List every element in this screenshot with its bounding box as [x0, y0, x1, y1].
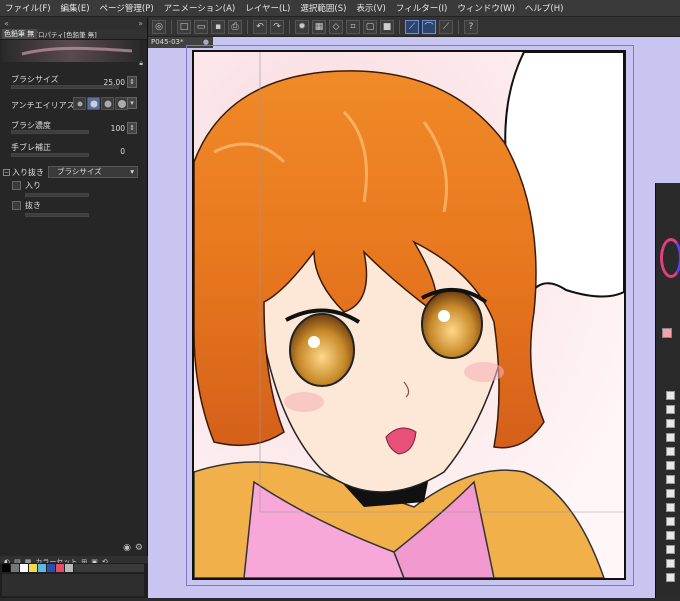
brush-size-label: ブラシサイズ [11, 75, 59, 84]
menu-item[interactable]: フィルター(I) [391, 2, 452, 14]
end-checkbox[interactable] [12, 201, 21, 210]
separator [289, 19, 290, 34]
brush-stroke-preview [21, 46, 133, 56]
taper-toggle-icon[interactable]: − [3, 169, 10, 176]
clear-icon[interactable]: ✹ [295, 19, 309, 34]
end-label: 抜き [25, 201, 41, 210]
brush-preview [2, 40, 140, 62]
menu-item[interactable]: 選択範囲(S) [295, 2, 351, 14]
transform-icon[interactable]: ◇ [329, 19, 343, 34]
stabilization-label: 手ブレ補正 [11, 143, 51, 152]
start-label: 入り [25, 181, 41, 190]
layer-panel [655, 183, 680, 598]
save-icon[interactable]: ▪ [211, 19, 225, 34]
layer-visible-checkbox[interactable] [666, 489, 675, 498]
print-icon[interactable]: ⎙ [228, 19, 242, 34]
layer-visible-checkbox[interactable] [666, 461, 675, 470]
brush-density-spinner[interactable]: ⇕ [127, 122, 137, 134]
separator [171, 19, 172, 34]
brush-name: 色鉛筆 無 [2, 29, 37, 39]
brush-density-value[interactable]: 100 [111, 124, 125, 133]
settings-icon[interactable]: ◉ [123, 543, 131, 553]
panel-header: « » [0, 17, 147, 29]
help-icon[interactable]: ? [464, 19, 478, 34]
layer-visible-checkbox[interactable] [666, 503, 675, 512]
canvas-area[interactable]: P045-03* ● [148, 37, 680, 598]
collapse-right-icon[interactable]: » [138, 19, 143, 28]
current-color-swatch[interactable] [662, 328, 672, 338]
menu-item[interactable]: ファイル(F) [0, 2, 56, 14]
snap-special-ruler-icon[interactable]: ⌒ [422, 19, 436, 34]
layer-visible-checkbox[interactable] [666, 545, 675, 554]
brush-density-slider[interactable] [11, 130, 89, 134]
menu-bar: ファイル(F) 編集(E) ページ管理(P) アニメーション(A) レイヤー(L) 選択範… [0, 0, 680, 17]
brush-size-spinner[interactable]: ⇕ [127, 76, 137, 88]
menu-item[interactable]: レイヤー(L) [240, 2, 295, 14]
antialias-none[interactable] [73, 97, 86, 110]
taper-mode-value: ブラシサイズ [57, 167, 102, 176]
menu-item[interactable]: ページ管理(P) [95, 2, 159, 14]
collapse-left-icon[interactable]: « [4, 19, 9, 28]
aa-dot [104, 100, 111, 107]
snap-grid-icon[interactable]: ⟋ [439, 19, 453, 34]
color-wheel-icon[interactable] [660, 238, 680, 278]
stabilization-slider[interactable] [11, 153, 89, 157]
separator [458, 19, 459, 34]
layer-visible-checkbox[interactable] [666, 573, 675, 582]
snap-ruler-icon[interactable]: ⟋ [405, 19, 419, 34]
start-checkbox[interactable] [12, 181, 21, 190]
layer-visible-checkbox[interactable] [666, 531, 675, 540]
layer-visible-checkbox[interactable] [666, 475, 675, 484]
menu-item[interactable]: ヘルプ(H) [520, 2, 569, 14]
navigator-icon[interactable]: ◎ [152, 19, 166, 34]
lock-icon[interactable]: 🔒︎ [139, 59, 143, 68]
aa-dot [90, 100, 97, 107]
taper-mode-select[interactable]: ブラシサイズ ▾ [48, 166, 138, 178]
aa-dot [77, 101, 82, 106]
redo-icon[interactable]: ↷ [270, 19, 284, 34]
crop-icon[interactable]: ⌗ [346, 19, 360, 34]
stabilization-value[interactable]: 0 [120, 147, 125, 156]
brush-size-value[interactable]: 25.00 [104, 78, 125, 87]
manga-panel[interactable] [192, 50, 626, 580]
tool-property-panel: « » ツールプロパティ[色鉛筆 無] 色鉛筆 無 🔒︎ ブラシサイズ 25.0… [0, 17, 148, 598]
layer-visible-checkbox[interactable] [666, 517, 675, 526]
document-tab-title: P045-03* [151, 38, 184, 46]
layer-visible-checkbox[interactable] [666, 447, 675, 456]
new-icon[interactable]: □ [177, 19, 191, 34]
swatch-grid [2, 564, 144, 596]
antialias-weak[interactable] [87, 97, 100, 110]
fill-icon[interactable]: ▦ [312, 19, 326, 34]
antialias-menu[interactable]: ▾ [127, 97, 137, 109]
open-icon[interactable]: ▭ [194, 19, 208, 34]
menu-item[interactable]: ウィンドウ(W) [452, 2, 520, 14]
chevron-down-icon: ▾ [130, 167, 134, 176]
taper-label: 入り抜き [12, 168, 44, 177]
antialias-medium[interactable] [101, 97, 114, 110]
menu-item[interactable]: アニメーション(A) [159, 2, 241, 14]
layer-visible-checkbox[interactable] [666, 559, 675, 568]
antialias-label: アンチエイリアス [11, 101, 75, 110]
layer-visible-checkbox[interactable] [666, 433, 675, 442]
illustration [194, 52, 624, 578]
layer-visible-checkbox[interactable] [666, 391, 675, 400]
separator [399, 19, 400, 34]
wrench-icon[interactable]: ⚙ [135, 543, 143, 553]
layer-visible-checkbox[interactable] [666, 419, 675, 428]
undo-icon[interactable]: ↶ [253, 19, 267, 34]
menu-item[interactable]: 表示(V) [351, 2, 390, 14]
separator [247, 19, 248, 34]
color-swatches [0, 563, 148, 598]
layer-visible-checkbox[interactable] [666, 405, 675, 414]
deselect-icon[interactable]: ■ [380, 19, 394, 34]
select-all-icon[interactable]: ▢ [363, 19, 377, 34]
aa-dot [117, 99, 126, 108]
start-slider[interactable] [25, 193, 89, 197]
end-slider[interactable] [25, 213, 89, 217]
command-bar: ◎ □ ▭ ▪ ⎙ ↶ ↷ ✹ ▦ ◇ ⌗ ▢ ■ ⟋ ⌒ ⟋ ? [148, 17, 680, 37]
menu-item[interactable]: 編集(E) [56, 2, 95, 14]
